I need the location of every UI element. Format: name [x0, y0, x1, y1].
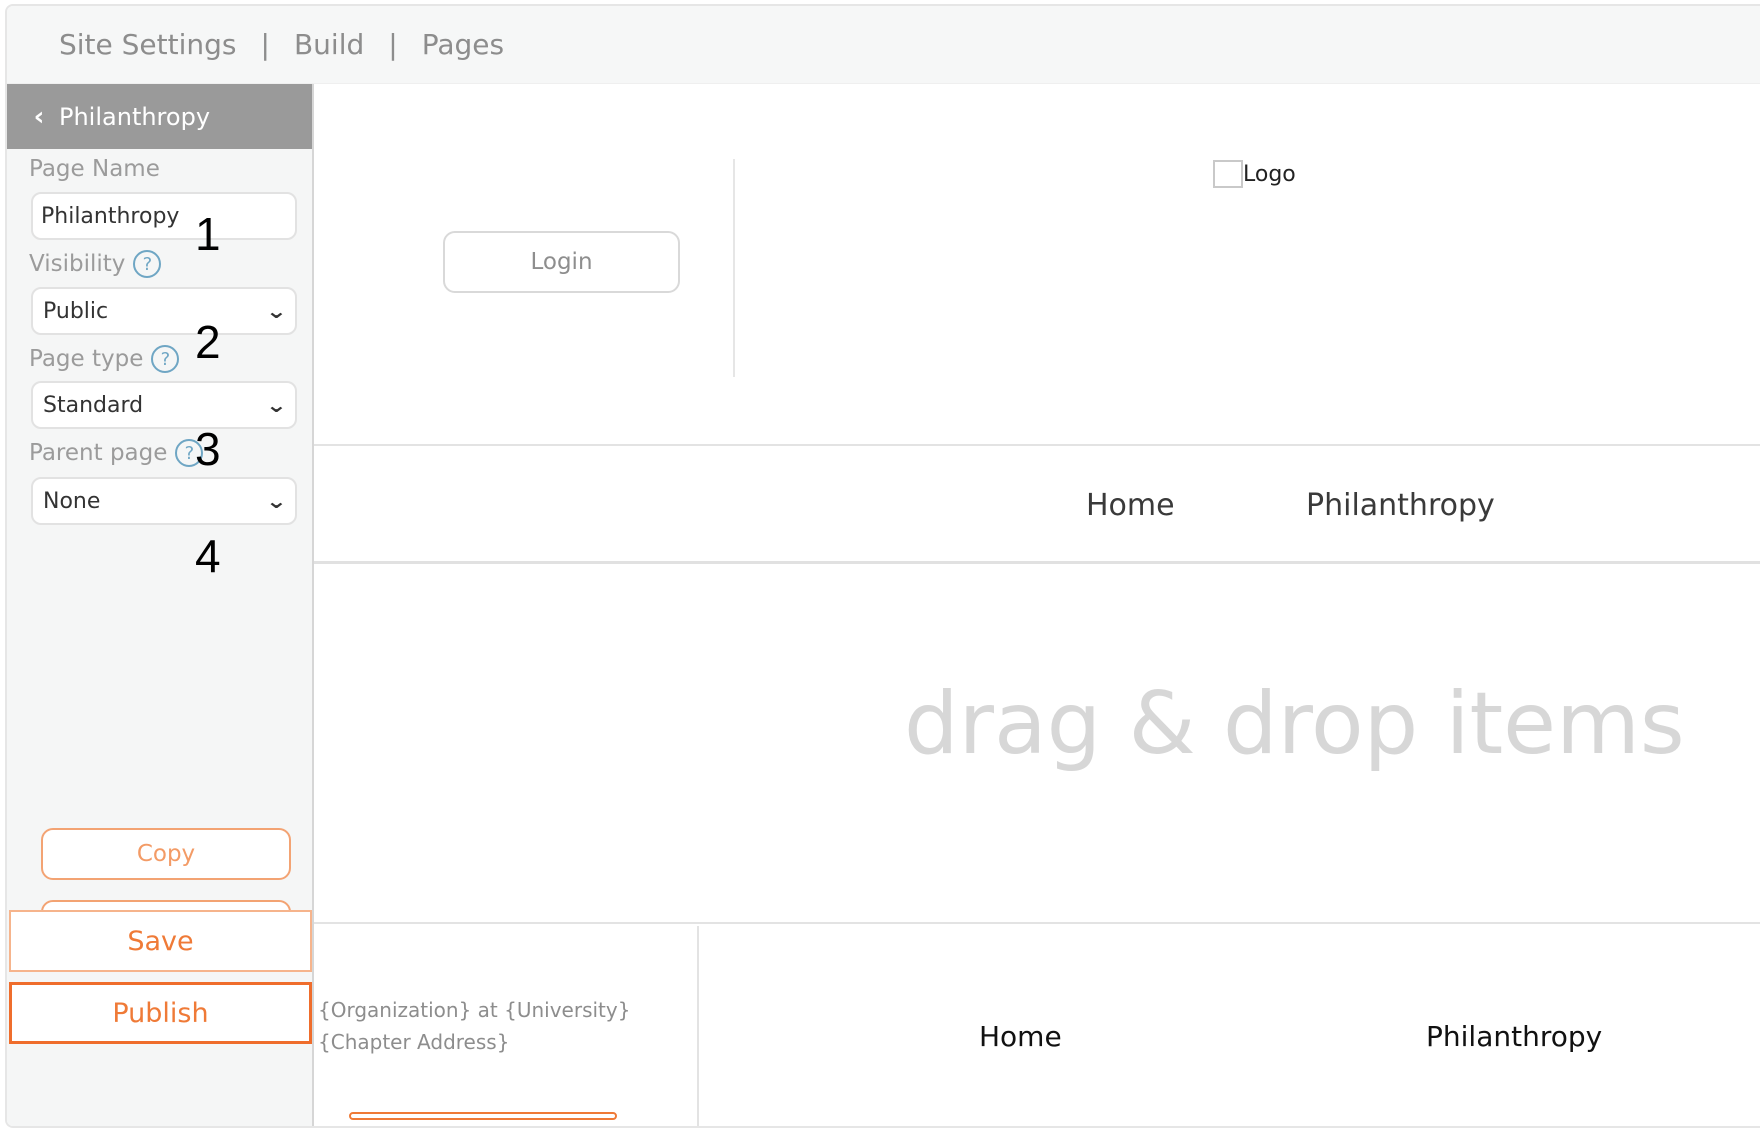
logo[interactable]: Logo [1213, 160, 1296, 188]
sidebar-title: Philanthropy [59, 102, 211, 131]
page-type-label: Page type ? [29, 345, 180, 373]
drop-zone[interactable]: drag & drop items [314, 566, 1760, 924]
header-divider [733, 159, 735, 377]
page-name-input[interactable] [31, 192, 297, 240]
nav-item-philanthropy[interactable]: Philanthropy [1306, 488, 1495, 523]
callout-1: 1 [195, 208, 221, 260]
footer-scroll-bar[interactable] [349, 1112, 617, 1120]
footer-divider [697, 926, 699, 1126]
breadcrumb-build[interactable]: Build [294, 28, 364, 61]
footer-nav-item-philanthropy[interactable]: Philanthropy [1426, 1020, 1602, 1053]
page-type-label-text: Page type [29, 346, 144, 372]
header-section[interactable]: Login Logo [314, 84, 1760, 446]
top-bar: Site Settings | Build | Pages [7, 6, 1760, 84]
parent-page-select[interactable]: None ⌄ [31, 477, 297, 525]
parent-page-label: Parent page ? [29, 439, 204, 467]
parent-page-label-text: Parent page [29, 440, 168, 466]
visibility-value: Public [43, 298, 109, 324]
page-name-label: Page Name [29, 156, 160, 182]
publish-button[interactable]: Publish [9, 982, 312, 1044]
breadcrumb: Site Settings | Build | Pages [59, 28, 504, 61]
footer-nav-item-home[interactable]: Home [979, 1020, 1062, 1053]
logo-placeholder-icon [1213, 160, 1243, 188]
footer-section: {Organization} at {University} {Chapter … [314, 926, 1760, 1126]
visibility-label: Visibility ? [29, 250, 162, 278]
breadcrumb-site-settings[interactable]: Site Settings [59, 28, 237, 61]
breadcrumb-pages[interactable]: Pages [422, 28, 504, 61]
visibility-select[interactable]: Public ⌄ [31, 287, 297, 335]
app-window: Site Settings | Build | Pages ‹ Philanth… [5, 4, 1760, 1128]
page-type-value: Standard [43, 392, 144, 418]
chevron-down-icon: ⌄ [265, 299, 288, 323]
copy-button[interactable]: Copy [41, 828, 291, 880]
save-button[interactable]: Save [9, 910, 312, 972]
breadcrumb-separator: | [260, 28, 270, 61]
help-icon[interactable]: ? [133, 250, 162, 278]
login-button[interactable]: Login [443, 231, 680, 293]
navigation-bar: Home Philanthropy [314, 448, 1760, 564]
page-name-label-text: Page Name [29, 156, 160, 182]
sidebar-back-header[interactable]: ‹ Philanthropy [7, 84, 312, 149]
help-icon[interactable]: ? [151, 345, 180, 373]
page-type-select[interactable]: Standard ⌄ [31, 381, 297, 429]
logo-label: Logo [1243, 161, 1296, 187]
callout-2: 2 [195, 316, 221, 368]
drop-zone-placeholder: drag & drop items [904, 674, 1685, 774]
page-canvas: Login Logo Home Philanthropy drag & drop… [314, 84, 1760, 1126]
footer-organization: {Organization} at {University} [318, 998, 631, 1022]
parent-page-value: None [43, 488, 101, 514]
callout-4: 4 [195, 530, 221, 582]
visibility-label-text: Visibility [29, 251, 126, 277]
chevron-left-icon[interactable]: ‹ [7, 104, 57, 130]
callout-3: 3 [195, 423, 221, 475]
chevron-down-icon: ⌄ [265, 489, 288, 513]
chevron-down-icon: ⌄ [265, 393, 288, 417]
nav-item-home[interactable]: Home [1086, 488, 1175, 523]
breadcrumb-separator: | [388, 28, 398, 61]
footer-address: {Chapter Address} [318, 1030, 510, 1054]
